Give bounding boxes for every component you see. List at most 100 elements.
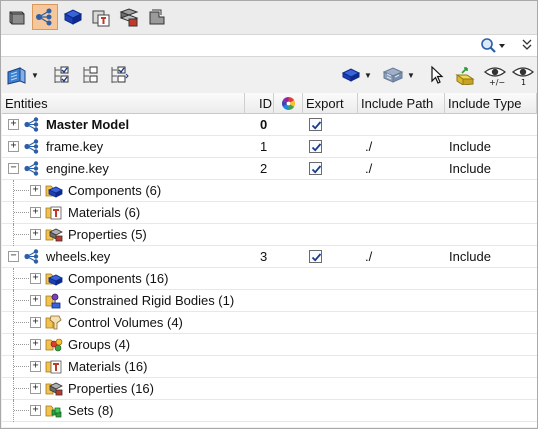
include-tree-icon bbox=[23, 116, 41, 133]
tree-connector-line bbox=[13, 224, 14, 246]
show-hide-button[interactable]: +/− bbox=[483, 63, 507, 87]
table-header: Entities ID Export Include Path Include … bbox=[2, 93, 537, 114]
transparency-dropdown[interactable]: ▼ bbox=[382, 63, 415, 87]
tree-row-entity-folder[interactable]: + Properties (16) bbox=[2, 378, 537, 400]
column-header-include-type[interactable]: Include Type bbox=[445, 93, 537, 114]
search-bar[interactable] bbox=[1, 35, 537, 57]
collapse-icon[interactable]: − bbox=[8, 251, 19, 262]
component-display-dropdown[interactable]: ▼ bbox=[341, 63, 372, 87]
collapse-double-chevron-icon[interactable] bbox=[520, 37, 534, 55]
expand-icon[interactable]: + bbox=[30, 273, 41, 284]
svg-text:+/−: +/− bbox=[489, 78, 505, 86]
isolate-icon bbox=[455, 67, 475, 85]
tree-row-include[interactable]: + Master Model 0 bbox=[2, 114, 537, 136]
tab-gray-box[interactable] bbox=[144, 4, 170, 30]
export-checkbox[interactable] bbox=[309, 162, 322, 175]
tree-connector-line bbox=[14, 278, 29, 279]
tree-row-include[interactable]: − wheels.key 3 ./ Include bbox=[2, 246, 537, 268]
materials-icon bbox=[45, 204, 63, 221]
export-checkbox[interactable] bbox=[309, 140, 322, 153]
tree-connector-line bbox=[13, 378, 14, 400]
gray-box-icon bbox=[149, 9, 165, 25]
uncheck-all-button[interactable] bbox=[81, 63, 101, 87]
tree-row-include[interactable]: − engine.key 2 ./ Include bbox=[2, 158, 537, 180]
entity-id: 1 bbox=[260, 139, 268, 154]
tree-connector-line bbox=[14, 344, 29, 345]
export-checkbox[interactable] bbox=[309, 118, 322, 131]
tree-row-entity-folder[interactable]: + Properties (5) bbox=[2, 224, 537, 246]
tab-solid-box[interactable] bbox=[4, 4, 30, 30]
check-all-button[interactable] bbox=[52, 63, 72, 87]
entity-label: Components (6) bbox=[68, 183, 162, 198]
expand-icon[interactable]: + bbox=[30, 295, 41, 306]
tree-connector-line bbox=[13, 312, 14, 334]
column-header-id[interactable]: ID bbox=[245, 93, 274, 114]
expand-icon[interactable]: + bbox=[30, 207, 41, 218]
tree-row-entity-folder[interactable]: + Components (6) bbox=[2, 180, 537, 202]
display-mode-dropdown[interactable]: ▼ bbox=[6, 63, 39, 87]
entity-id: 0 bbox=[260, 117, 268, 132]
expand-icon[interactable]: + bbox=[30, 317, 41, 328]
tree-row-entity-folder[interactable]: + Materials (6) bbox=[2, 202, 537, 224]
properties-icon bbox=[45, 380, 63, 397]
entity-label: Properties (5) bbox=[68, 227, 147, 242]
column-header-export[interactable]: Export bbox=[303, 93, 358, 114]
expand-icon[interactable]: + bbox=[30, 185, 41, 196]
solid-box-icon bbox=[9, 11, 25, 25]
components-icon bbox=[45, 270, 63, 287]
export-checkbox[interactable] bbox=[309, 250, 322, 263]
dropdown-arrow-icon: ▼ bbox=[407, 70, 415, 80]
tree-row-entity-folder[interactable]: + Sets (8) bbox=[2, 400, 537, 422]
dropdown-arrow-icon: ▼ bbox=[31, 70, 39, 80]
tree-row-include[interactable]: + frame.key 1 ./ Include bbox=[2, 136, 537, 158]
expand-icon[interactable]: + bbox=[30, 229, 41, 240]
expand-icon[interactable]: + bbox=[30, 361, 41, 372]
expand-icon[interactable]: + bbox=[30, 339, 41, 350]
entity-label: Sets (8) bbox=[68, 403, 114, 418]
column-header-color[interactable] bbox=[274, 93, 303, 114]
show-only-button[interactable]: 1 bbox=[511, 63, 535, 87]
expand-icon[interactable]: + bbox=[8, 119, 19, 130]
tab-materials[interactable] bbox=[88, 4, 114, 30]
tree-row-entity-folder[interactable]: + Materials (16) bbox=[2, 356, 537, 378]
component-display-icon bbox=[341, 68, 361, 82]
column-header-include-path[interactable]: Include Path bbox=[358, 93, 445, 114]
entity-label: wheels.key bbox=[46, 249, 111, 264]
column-header-entities[interactable]: Entities bbox=[2, 93, 245, 114]
tree-row-entity-folder[interactable]: + Components (16) bbox=[2, 268, 537, 290]
dropdown-arrow-icon: ▼ bbox=[364, 70, 372, 80]
entity-label: frame.key bbox=[46, 139, 104, 154]
model-tree-icon bbox=[36, 8, 52, 26]
tab-components[interactable] bbox=[60, 4, 86, 30]
isolate-button[interactable] bbox=[453, 63, 477, 87]
tree-row-entity-folder[interactable]: + Groups (4) bbox=[2, 334, 537, 356]
entities-table: Entities ID Export Include Path Include … bbox=[2, 93, 537, 427]
tree-connector-line bbox=[14, 388, 29, 389]
tree-row-entity-folder[interactable]: + Constrained Rigid Bodies (1) bbox=[2, 290, 537, 312]
search-button[interactable] bbox=[479, 36, 517, 55]
tree-connector-line bbox=[13, 180, 14, 202]
cursor-arrow-icon bbox=[431, 65, 444, 84]
color-wheel-icon bbox=[281, 97, 295, 110]
select-cursor-button[interactable] bbox=[429, 63, 445, 87]
include-type-cell: Include bbox=[449, 161, 491, 176]
unchecklist-icon bbox=[83, 66, 98, 83]
browser-tab-bar bbox=[1, 1, 537, 35]
reverse-check-button[interactable] bbox=[109, 63, 129, 87]
expand-icon[interactable]: + bbox=[8, 141, 19, 152]
tree-connector-line bbox=[14, 410, 29, 411]
expand-icon[interactable]: + bbox=[30, 383, 41, 394]
checklist-icon bbox=[54, 66, 69, 83]
tab-model-tree[interactable] bbox=[32, 4, 58, 30]
tab-properties[interactable] bbox=[116, 4, 142, 30]
tree-connector-line bbox=[14, 322, 29, 323]
tree-connector-line bbox=[14, 366, 29, 367]
expand-icon[interactable]: + bbox=[30, 405, 41, 416]
entity-label: Components (16) bbox=[68, 271, 169, 286]
tree-row-entity-folder[interactable]: + Control Volumes (4) bbox=[2, 312, 537, 334]
collapse-icon[interactable]: − bbox=[8, 163, 19, 174]
control-volumes-icon bbox=[45, 314, 63, 331]
eye-plus-minus-icon: +/− bbox=[483, 67, 507, 86]
entity-label: Groups (4) bbox=[68, 337, 131, 352]
reverse-check-icon bbox=[111, 66, 129, 83]
